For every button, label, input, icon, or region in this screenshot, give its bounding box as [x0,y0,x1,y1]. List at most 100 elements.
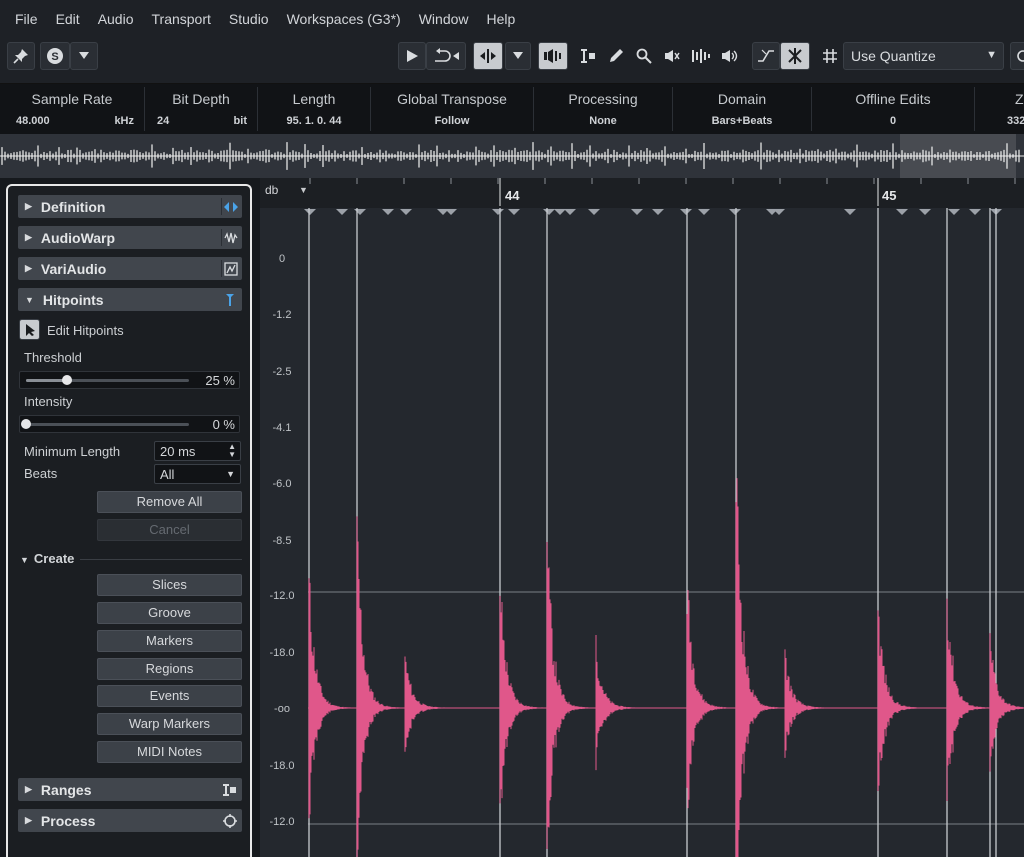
chevron-down-icon [513,52,523,59]
mute-tool[interactable] [658,42,686,70]
search-icon [1017,50,1024,62]
info-zoom[interactable]: Zo 332 [975,87,1024,131]
volume-tool[interactable] [716,42,744,70]
slider-knob[interactable] [61,375,72,385]
hitpoint-marker-icon [969,209,981,215]
section-variaudio[interactable]: ▶ VariAudio [18,257,242,280]
warp-tool[interactable] [686,42,716,70]
menu-audio[interactable]: Audio [89,11,143,27]
triangle-down-icon: ▼ [25,294,34,305]
slider-track [26,423,189,426]
hitpoints-icon [221,291,239,308]
pin-button[interactable] [7,42,35,70]
create-warp-markers-button[interactable]: Warp Markers [97,713,242,735]
section-title: Definition [40,198,106,215]
snap-dropdown-button[interactable] [505,42,531,70]
triangle-down-icon: ▼ [20,555,29,565]
snap-button[interactable] [473,42,503,70]
info-value: 332 [1007,115,1024,127]
waveform-canvas[interactable] [260,178,1024,857]
hitpoint-marker-icon [919,209,931,215]
triangle-right-icon: ▶ [25,815,32,825]
curve-button[interactable] [752,42,780,70]
menu-file[interactable]: File [6,11,47,27]
section-definition[interactable]: ▶ Definition [18,195,242,218]
info-sample-rate[interactable]: Sample Rate 48.000 kHz [0,87,145,131]
info-unit: bit [233,115,247,127]
section-title: Hitpoints [42,291,104,308]
intensity-slider[interactable]: 0 % [19,415,240,433]
sample-editor-inspector: ▶ Definition ▶ AudioWarp ▶ VariAudio ▼ H… [6,184,252,857]
hitpoint-marker-icon [304,209,316,215]
definition-icon [221,198,239,215]
beats-select[interactable]: All ▼ [154,464,241,484]
waveform-overview[interactable] [0,134,1024,178]
sample-editor-display[interactable]: db ▼ 44 45 0 -1.2 -2.5 -4.1 -6.0 -8.5 -1… [260,178,1024,857]
minimum-length-stepper[interactable]: 20 ms ▲ ▼ [154,441,241,461]
section-hitpoints[interactable]: ▼ Hitpoints [18,288,242,311]
menu-workspaces[interactable]: Workspaces (G3*) [278,11,410,27]
db-label: -18.0 [269,760,295,772]
solo-button[interactable]: S [40,42,70,70]
edit-hitpoints-button[interactable] [19,319,40,340]
info-processing[interactable]: Processing None [534,87,673,131]
pointer-icon [25,323,35,336]
info-offline-edits[interactable]: Offline Edits 0 [812,87,975,131]
create-regions-button[interactable]: Regions [97,658,242,680]
solo-dropdown-button[interactable] [70,42,98,70]
slider-knob[interactable] [21,419,31,429]
hitpoint-button[interactable] [780,42,810,70]
loop-button[interactable] [426,42,466,70]
hitpoint-marker-icon [631,209,643,215]
threshold-value: 25 % [205,373,235,388]
create-events-button[interactable]: Events [97,685,242,707]
section-ranges[interactable]: ▶ Ranges [18,778,242,801]
menu-edit[interactable]: Edit [47,11,89,27]
draw-tool[interactable] [602,42,630,70]
create-header[interactable]: ▼ Create [20,551,74,566]
section-audiowarp[interactable]: ▶ AudioWarp [18,226,242,249]
info-domain[interactable]: Domain Bars+Beats [673,87,812,131]
audition-button[interactable] [538,42,568,70]
create-markers-button[interactable]: Markers [97,630,242,652]
menu-studio[interactable]: Studio [220,11,278,27]
process-icon [221,812,239,829]
create-slices-button[interactable]: Slices [97,574,242,596]
info-length[interactable]: Length 95. 1. 0. 44 [258,87,371,131]
quantize-select[interactable]: Use Quantize ▼ [843,42,1004,70]
hitpoint-marker-icon [445,209,457,215]
info-global-transpose[interactable]: Global Transpose Follow [371,87,534,131]
quantize-grid-button[interactable] [817,42,843,70]
create-groove-button[interactable]: Groove [97,602,242,624]
audiowarp-icon [221,229,239,246]
section-process[interactable]: ▶ Process [18,809,242,832]
create-midi-notes-button[interactable]: MIDI Notes [97,741,242,763]
pencil-icon [610,49,623,62]
db-label: -18.0 [269,647,295,659]
threshold-slider[interactable]: 25 % [19,371,240,389]
overview-visible-range[interactable] [900,134,1016,178]
grid-icon [823,49,837,63]
chevron-down-icon: ▼ [986,49,997,61]
cancel-button[interactable]: Cancel [97,519,242,541]
hitpoint-marker-icon [543,209,555,215]
zoom-tool[interactable] [630,42,658,70]
range-tool[interactable] [574,42,602,70]
stepper-arrows-icon[interactable]: ▲ ▼ [228,443,236,459]
section-title: Ranges [40,781,92,798]
info-value: Follow [434,115,470,127]
hitpoint-marker-icon [698,209,710,215]
play-button[interactable] [398,42,426,70]
overflow-button[interactable] [1010,42,1024,70]
range-icon [581,49,595,63]
db-label: -6.0 [272,478,292,490]
section-title: VariAudio [40,260,107,277]
menu-window[interactable]: Window [410,11,478,27]
menu-help[interactable]: Help [478,11,525,27]
warp-icon [692,49,710,63]
toolbar: S Use Quantize ▼ [0,38,1024,84]
hitpoint-marker-icon [382,209,394,215]
info-bit-depth[interactable]: Bit Depth 24 bit [145,87,258,131]
menu-transport[interactable]: Transport [143,11,220,27]
remove-all-button[interactable]: Remove All [97,491,242,513]
